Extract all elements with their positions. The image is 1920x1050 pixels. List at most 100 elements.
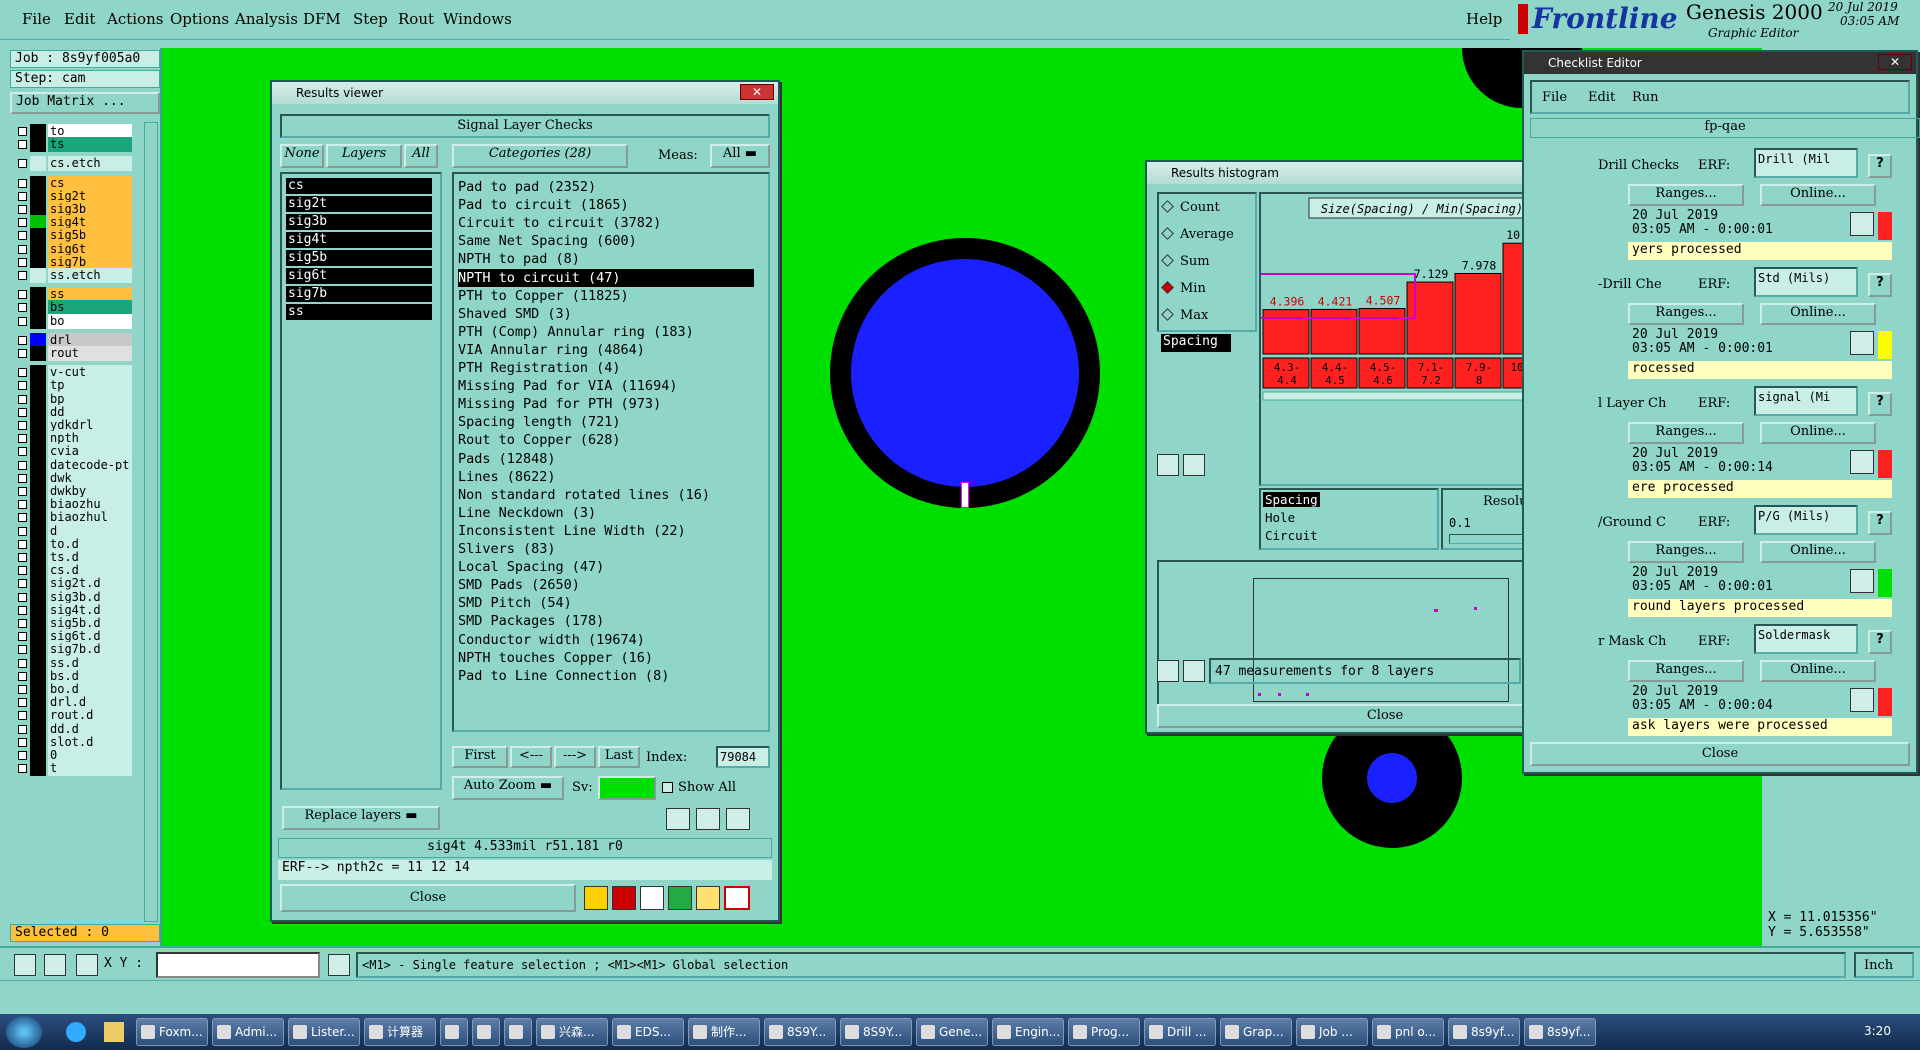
- measure-list[interactable]: Spacing Hole Circuit: [1259, 488, 1439, 550]
- menu-file[interactable]: File: [22, 10, 51, 28]
- layer-checkbox[interactable]: [18, 645, 27, 655]
- category-item[interactable]: Pads (12848): [458, 450, 556, 468]
- menu-options[interactable]: Options: [170, 10, 229, 28]
- aggregate-option[interactable]: Max: [1161, 308, 1208, 323]
- last-button[interactable]: Last: [598, 746, 640, 768]
- category-item[interactable]: Inconsistent Line Width (22): [458, 522, 686, 540]
- layer-checkbox[interactable]: [18, 711, 27, 721]
- category-item[interactable]: Pad to Line Connection (8): [458, 667, 669, 685]
- taskbar-item[interactable]: [472, 1018, 500, 1046]
- zoom-result-icon[interactable]: [1850, 212, 1874, 236]
- category-item[interactable]: NPTH to pad (8): [458, 250, 580, 268]
- help-icon[interactable]: ?: [1868, 511, 1892, 535]
- layer-checkbox[interactable]: [18, 257, 27, 267]
- units-field[interactable]: Inch: [1854, 952, 1914, 978]
- ref-icon[interactable]: [696, 808, 720, 830]
- layer-list-item[interactable]: ss: [286, 304, 432, 320]
- taskbar-item[interactable]: 兴森...: [536, 1018, 608, 1046]
- aggregate-option[interactable]: Count: [1161, 200, 1220, 215]
- layer-row[interactable]: rout: [14, 346, 132, 361]
- layer-checkbox[interactable]: [18, 231, 27, 241]
- checklist-row[interactable]: Drill Checks ERF: Drill (Mil? Ranges... Onli…: [1528, 144, 1908, 260]
- layer-checkbox[interactable]: [18, 316, 27, 326]
- categories-list[interactable]: Pad to pad (2352) Pad to circuit (1865) Ci…: [452, 172, 770, 732]
- category-item[interactable]: SMD Packages (178): [458, 612, 604, 630]
- xy-input[interactable]: [156, 952, 320, 978]
- ranges-button[interactable]: Ranges...: [1628, 184, 1744, 206]
- checklist-row[interactable]: -Drill Che ERF: Std (Mils)? Ranges... Online…: [1528, 263, 1908, 379]
- layer-checkbox[interactable]: [18, 487, 27, 496]
- layer-checkbox[interactable]: [18, 127, 27, 136]
- taskbar-item[interactable]: 8s9yf...: [1448, 1018, 1520, 1046]
- job-matrix-button[interactable]: Job Matrix ...: [10, 92, 160, 114]
- layer-checkbox[interactable]: [18, 526, 27, 536]
- online-button[interactable]: Online...: [1760, 422, 1876, 444]
- start-button[interactable]: [6, 1016, 42, 1048]
- menu-step[interactable]: Step: [353, 10, 388, 28]
- taskbar-item[interactable]: 制作...: [688, 1018, 760, 1046]
- help-icon[interactable]: ?: [1868, 392, 1892, 416]
- browser-icon[interactable]: [66, 1022, 86, 1042]
- layer-checkbox[interactable]: [18, 751, 27, 760]
- histogram-icon[interactable]: [724, 886, 750, 910]
- meas-dropdown[interactable]: All ▬: [710, 144, 770, 168]
- results-close-button[interactable]: Close: [280, 884, 576, 912]
- layer-checkbox[interactable]: [18, 205, 27, 214]
- taskbar-item[interactable]: [504, 1018, 532, 1046]
- taskbar-item[interactable]: Foxm...: [136, 1018, 208, 1046]
- hg2-ref-icon[interactable]: [1183, 660, 1205, 682]
- category-item[interactable]: Shaved SMD (3): [458, 305, 572, 323]
- select-tool-icon[interactable]: [14, 954, 36, 976]
- folder-icon[interactable]: [104, 1022, 124, 1042]
- layer-list-item[interactable]: sig6t: [286, 268, 432, 284]
- layer-checkbox[interactable]: [18, 368, 27, 378]
- layer-checkbox[interactable]: [18, 140, 27, 150]
- category-item[interactable]: Circuit to circuit (3782): [458, 214, 661, 232]
- layer-checkbox[interactable]: [18, 619, 27, 628]
- stop-icon[interactable]: [612, 886, 636, 910]
- category-item[interactable]: Line Neckdown (3): [458, 504, 596, 522]
- layer-list-item[interactable]: sig5b: [286, 250, 432, 266]
- category-item[interactable]: Lines (8622): [458, 468, 556, 486]
- layer-list-item[interactable]: cs: [286, 178, 432, 194]
- taskbar-item[interactable]: Gene...: [916, 1018, 988, 1046]
- layer-checkbox[interactable]: [18, 671, 27, 681]
- menu-actions[interactable]: Actions: [107, 10, 163, 28]
- layer-checkbox[interactable]: [18, 191, 27, 201]
- category-item[interactable]: VIA Annular ring (4864): [458, 341, 645, 359]
- category-item[interactable]: Missing Pad for VIA (11694): [458, 377, 677, 395]
- category-item[interactable]: Pad to pad (2352): [458, 178, 596, 196]
- none-button[interactable]: None: [280, 144, 324, 168]
- layer-list-item[interactable]: sig7b: [286, 286, 432, 302]
- results-viewer-close-icon[interactable]: ✕: [740, 84, 774, 100]
- taskbar-item[interactable]: 8S9Y...: [764, 1018, 836, 1046]
- hg2-del-icon[interactable]: [1157, 660, 1179, 682]
- help-icon[interactable]: ?: [1868, 273, 1892, 297]
- checklist-menu-file[interactable]: File: [1542, 90, 1567, 105]
- category-item[interactable]: Rout to Copper (628): [458, 431, 621, 449]
- layer-checkbox[interactable]: [18, 632, 27, 642]
- taskbar-item[interactable]: Job ...: [1296, 1018, 1368, 1046]
- layer-list-item[interactable]: sig3b: [286, 214, 432, 230]
- online-button[interactable]: Online...: [1760, 303, 1876, 325]
- checklist-close-icon[interactable]: ✕: [1878, 54, 1912, 70]
- layer-checkbox[interactable]: [18, 335, 27, 345]
- erf-value[interactable]: Drill (Mil: [1754, 148, 1858, 178]
- category-item[interactable]: PTH (Comp) Annular ring (183): [458, 323, 694, 341]
- layer-checkbox[interactable]: [18, 539, 27, 549]
- checklist-menu-edit[interactable]: Edit: [1588, 90, 1615, 105]
- checklist-close-button[interactable]: Close: [1530, 742, 1910, 766]
- layer-checkbox[interactable]: [18, 553, 27, 562]
- erf-value[interactable]: signal (Mi: [1754, 386, 1858, 416]
- measure-item[interactable]: Hole: [1263, 510, 1297, 525]
- taskbar-item[interactable]: Drill ...: [1144, 1018, 1216, 1046]
- taskbar-item[interactable]: 计算器: [364, 1018, 436, 1046]
- menu-windows[interactable]: Windows: [443, 10, 512, 28]
- layer-checkbox[interactable]: [18, 473, 27, 483]
- measure-tool-icon[interactable]: [44, 954, 66, 976]
- highlight-icon[interactable]: [584, 886, 608, 910]
- layer-row[interactable]: ts: [14, 137, 132, 153]
- categories-tab[interactable]: Categories (28): [452, 144, 628, 168]
- layer-checkbox[interactable]: [18, 407, 27, 417]
- layers-list[interactable]: cs sig2t sig3b sig4t sig5b sig6t sig7b ss: [280, 172, 442, 790]
